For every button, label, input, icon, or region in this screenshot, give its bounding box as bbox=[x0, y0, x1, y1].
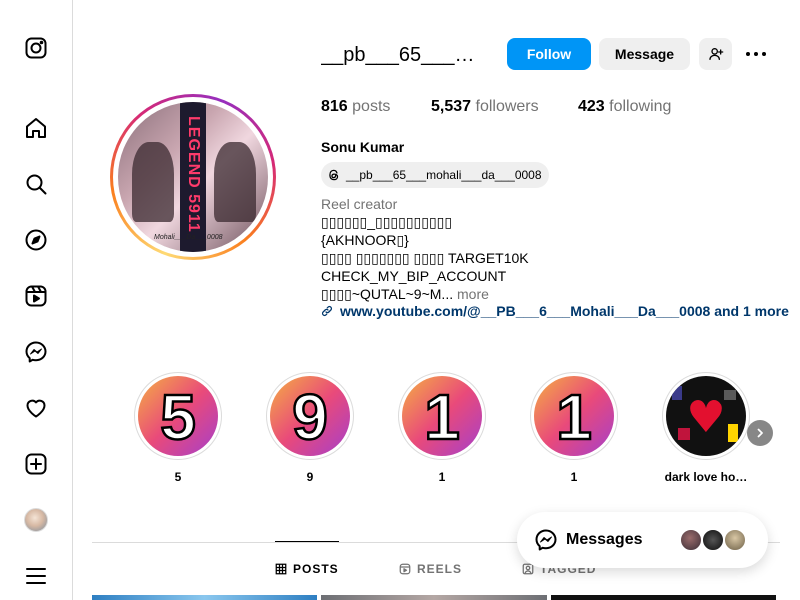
chevron-right-icon bbox=[757, 428, 763, 438]
grid-icon bbox=[275, 563, 287, 575]
profile-username: __pb___65___mohali___da___0008 bbox=[321, 44, 481, 66]
highlight-cover: ♥ bbox=[666, 376, 746, 456]
options-button[interactable] bbox=[741, 42, 771, 66]
website-url: www.youtube.com/@__PB___6___Mohali___Da_… bbox=[340, 303, 789, 319]
post-thumbnail[interactable] bbox=[92, 595, 317, 600]
followers-label: followers bbox=[475, 98, 539, 115]
followers-stat[interactable]: 5,537 followers bbox=[431, 98, 539, 116]
messenger-icon bbox=[535, 529, 557, 551]
active-tab-indicator bbox=[275, 541, 339, 542]
bio-line: CHECK_MY_BIP_ACCOUNT bbox=[321, 268, 507, 284]
story-highlight[interactable]: 1 1 bbox=[529, 372, 619, 484]
posts-label: posts bbox=[352, 98, 391, 115]
sidebar bbox=[0, 0, 73, 600]
messenger-icon[interactable] bbox=[24, 340, 48, 364]
tab-label: REELS bbox=[417, 562, 463, 576]
reels-icon[interactable] bbox=[24, 284, 48, 308]
profile-main: LEGEND 5911 Mohali___Da___0008 __pb___65… bbox=[73, 0, 800, 600]
profile-avatar[interactable] bbox=[24, 508, 48, 532]
following-count: 423 bbox=[578, 98, 605, 115]
message-button[interactable]: Message bbox=[599, 38, 690, 70]
highlight-glyph: ♥ bbox=[686, 392, 725, 443]
bio-line: ▯▯▯▯ ▯▯▯▯▯▯▯ ▯▯▯▯ TARGET10K bbox=[321, 250, 529, 266]
highlight-label: 9 bbox=[306, 470, 314, 484]
posts-stat: 816 posts bbox=[321, 98, 390, 116]
suggested-users-button[interactable] bbox=[699, 38, 732, 70]
profile-category: Reel creator bbox=[321, 196, 398, 212]
highlight-label: dark love ho… bbox=[664, 470, 748, 484]
tab-posts[interactable]: POSTS bbox=[275, 544, 339, 594]
story-highlight[interactable]: 1 1 bbox=[397, 372, 487, 484]
create-plus-icon[interactable] bbox=[24, 452, 48, 476]
story-highlight[interactable]: 5 5 bbox=[133, 372, 223, 484]
bio-line: ▯▯▯▯~QUTAL~9~M... bbox=[321, 286, 454, 302]
bio-line: ▯▯▯▯▯▯_▯▯▯▯▯▯▯▯▯▯ bbox=[321, 214, 453, 230]
website-link[interactable]: www.youtube.com/@__PB___6___Mohali___Da_… bbox=[321, 303, 789, 319]
notifications-heart-icon[interactable] bbox=[24, 396, 48, 420]
follow-button[interactable]: Follow bbox=[507, 38, 591, 70]
conversation-avatar bbox=[701, 528, 725, 552]
post-thumbnail[interactable] bbox=[321, 595, 547, 600]
highlight-glyph: 1 bbox=[556, 381, 592, 453]
highlight-glyph: 5 bbox=[160, 381, 196, 453]
threads-icon bbox=[329, 169, 339, 181]
threads-handle: __pb___65___mohali___da___0008 bbox=[346, 168, 542, 182]
explore-icon[interactable] bbox=[24, 228, 48, 252]
highlight-cover: 9 bbox=[270, 376, 350, 456]
threads-badge[interactable]: __pb___65___mohali___da___0008 bbox=[321, 162, 549, 188]
home-icon[interactable] bbox=[24, 116, 48, 140]
link-icon bbox=[322, 306, 332, 316]
messages-label: Messages bbox=[566, 531, 643, 548]
highlight-cover: 1 bbox=[402, 376, 482, 456]
following-stat[interactable]: 423 following bbox=[578, 98, 671, 116]
profile-picture-signature: Mohali___Da___0008 bbox=[154, 234, 223, 241]
highlight-label: 5 bbox=[174, 470, 182, 484]
highlight-label: 1 bbox=[438, 470, 446, 484]
highlight-cover: 1 bbox=[534, 376, 614, 456]
search-icon[interactable] bbox=[24, 172, 48, 196]
highlight-glyph: 9 bbox=[292, 381, 328, 453]
followers-count: 5,537 bbox=[431, 98, 472, 115]
more-dots-icon bbox=[746, 52, 766, 56]
instagram-logo-icon[interactable] bbox=[24, 36, 48, 60]
profile-picture-story-ring[interactable]: LEGEND 5911 Mohali___Da___0008 bbox=[110, 94, 276, 260]
profile-picture-text: LEGEND 5911 bbox=[185, 116, 202, 233]
reels-icon bbox=[399, 563, 411, 575]
tab-label: POSTS bbox=[293, 562, 339, 576]
highlight-glyph: 1 bbox=[424, 381, 460, 453]
posts-count: 816 bbox=[321, 98, 348, 115]
bio-more-link[interactable]: more bbox=[457, 286, 489, 302]
bio-line: {AKHNOOR▯} bbox=[321, 232, 409, 248]
conversation-avatar bbox=[723, 528, 747, 552]
highlight-cover: 5 bbox=[138, 376, 218, 456]
add-user-icon bbox=[708, 48, 723, 60]
story-highlight[interactable]: 9 9 bbox=[265, 372, 355, 484]
following-label: following bbox=[609, 98, 672, 115]
tab-reels[interactable]: REELS bbox=[399, 544, 462, 594]
highlights-next-button[interactable] bbox=[747, 420, 773, 446]
more-menu-icon[interactable] bbox=[24, 564, 48, 588]
highlight-label: 1 bbox=[570, 470, 578, 484]
bio-line-last: ▯▯▯▯~QUTAL~9~M... more bbox=[321, 286, 489, 303]
profile-picture: LEGEND 5911 Mohali___Da___0008 bbox=[118, 102, 268, 252]
conversation-avatar bbox=[679, 528, 703, 552]
messages-drawer-button[interactable]: Messages bbox=[517, 512, 768, 568]
post-thumbnail[interactable] bbox=[551, 595, 776, 600]
profile-full-name: Sonu Kumar bbox=[321, 139, 405, 155]
story-highlight[interactable]: ♥ dark love ho… bbox=[661, 372, 751, 484]
